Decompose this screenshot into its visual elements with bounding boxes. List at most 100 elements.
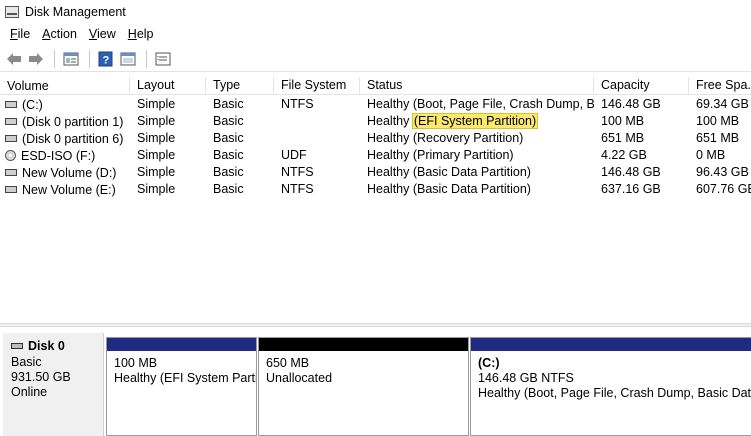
volume-status: Healthy (Primary Partition)	[367, 148, 514, 162]
volume-list-header: Volume Layout Type File System Status Ca…	[0, 77, 751, 95]
volume-capacity: 100 MB	[601, 114, 645, 128]
volume-name: (C:)	[22, 97, 43, 112]
partition-unallocated[interactable]: 650 MB Unallocated	[258, 337, 469, 436]
disk-size: 931.50 GB	[11, 370, 71, 384]
volume-free-space: 607.76 GB	[696, 182, 751, 196]
toolbar-separator	[146, 49, 147, 68]
volume-type: Basic	[213, 148, 244, 162]
help-icon: ?	[98, 51, 113, 66]
volume-file-system: NTFS	[281, 165, 314, 179]
drive-icon	[5, 169, 17, 176]
volume-free-space: 100 MB	[696, 114, 740, 128]
back-arrow-icon	[7, 52, 21, 65]
volume-row-new-volume-e[interactable]: New Volume (E:) Simple Basic NTFS Health…	[0, 181, 751, 198]
column-header-volume[interactable]: Volume	[0, 77, 130, 95]
volume-layout: Simple	[137, 148, 176, 162]
volume-layout: Simple	[137, 182, 176, 196]
highlighted-status-text: (EFI System Partition)	[411, 113, 539, 129]
menu-bar: File Action View Help	[0, 24, 751, 44]
partition-c[interactable]: (C:) 146.48 GB NTFS Healthy (Boot, Page …	[470, 337, 751, 436]
disk-state: Online	[11, 385, 48, 399]
properties-button[interactable]	[61, 49, 81, 69]
volume-file-system: NTFS	[281, 97, 314, 111]
disk-0-label[interactable]: Disk 0 Basic 931.50 GB Online	[3, 333, 104, 436]
column-header-status[interactable]: Status	[360, 77, 594, 95]
partition-status: Unallocated	[266, 371, 333, 385]
volume-name-cell: ESD-ISO (F:)	[0, 147, 130, 164]
volume-name-cell: New Volume (E:)	[0, 181, 130, 198]
volume-status: Healthy (Basic Data Partition)	[367, 165, 531, 179]
disk-name-row: Disk 0	[11, 339, 103, 353]
disk-type: Basic	[11, 355, 42, 369]
volume-row-disk0-partition6[interactable]: (Disk 0 partition 6) Simple Basic Health…	[0, 130, 751, 147]
refresh-view-button[interactable]	[118, 49, 138, 69]
disk-map: Disk 0 Basic 931.50 GB Online 100 MB Hea…	[0, 327, 751, 436]
column-header-file-system[interactable]: File System	[274, 77, 360, 95]
volume-free-space: 96.43 GB	[696, 165, 749, 179]
volume-name: (Disk 0 partition 6)	[22, 131, 124, 146]
volume-name-cell: (Disk 0 partition 1)	[0, 113, 130, 130]
menu-action[interactable]: Action	[36, 27, 83, 41]
menu-action-label: Action	[42, 27, 77, 41]
toolbar-separator	[54, 49, 55, 68]
partition-color-bar	[471, 338, 751, 351]
volume-name: New Volume (D:)	[22, 165, 117, 180]
volume-status: Healthy (EFI System Partition)	[360, 113, 594, 130]
drive-icon	[5, 135, 17, 142]
status-text: Healthy	[367, 114, 413, 128]
volume-type: Basic	[213, 97, 244, 111]
volume-free-space: 0 MB	[696, 148, 726, 162]
volume-name-cell: New Volume (D:)	[0, 164, 130, 181]
volume-file-system: NTFS	[281, 182, 314, 196]
drive-icon	[5, 118, 17, 125]
volume-capacity: 146.48 GB	[601, 165, 661, 179]
volume-status: Healthy (Recovery Partition)	[367, 131, 524, 145]
column-header-capacity[interactable]: Capacity	[594, 77, 689, 95]
column-header-layout[interactable]: Layout	[130, 77, 206, 95]
partition-size: 650 MB	[266, 356, 310, 370]
title-bar: Disk Management	[0, 0, 751, 24]
partition-color-bar	[107, 338, 256, 351]
menu-view[interactable]: View	[83, 27, 122, 41]
menu-help[interactable]: Help	[122, 27, 160, 41]
volume-layout: Simple	[137, 97, 176, 111]
back-button[interactable]	[4, 49, 24, 69]
volume-status: Healthy (Basic Data Partition)	[367, 182, 531, 196]
column-header-free-space[interactable]: Free Spa...	[689, 77, 751, 95]
volume-free-space: 651 MB	[696, 131, 740, 145]
volume-type: Basic	[213, 131, 244, 145]
partition-info: (C:) 146.48 GB NTFS Healthy (Boot, Page …	[471, 351, 751, 401]
forward-button[interactable]	[26, 49, 46, 69]
partition-size: 146.48 GB NTFS	[478, 371, 574, 385]
drive-icon	[5, 101, 17, 108]
volume-row-new-volume-d[interactable]: New Volume (D:) Simple Basic NTFS Health…	[0, 164, 751, 181]
volume-capacity: 146.48 GB	[601, 97, 661, 111]
refresh-view-icon	[120, 52, 136, 65]
column-header-type[interactable]: Type	[206, 77, 274, 95]
disk-name: Disk 0	[28, 339, 65, 353]
volume-file-system	[274, 113, 360, 130]
menu-file-label: File	[10, 27, 31, 41]
partition-title: (C:)	[478, 356, 500, 370]
volume-row-esd-iso[interactable]: ESD-ISO (F:) Simple Basic UDF Healthy (P…	[0, 147, 751, 164]
toolbar-separator	[89, 49, 90, 68]
volume-row-c[interactable]: (C:) Simple Basic NTFS Healthy (Boot, Pa…	[0, 96, 751, 113]
help-button[interactable]: ?	[96, 49, 116, 69]
menu-view-label: View	[88, 27, 116, 41]
volume-status: Healthy (Boot, Page File, Crash Dump, B.…	[367, 97, 594, 111]
volume-free-space: 69.34 GB	[696, 97, 749, 111]
svg-text:?: ?	[103, 54, 110, 66]
partition-efi[interactable]: 100 MB Healthy (EFI System Partit	[106, 337, 257, 436]
partition-color-bar	[259, 338, 468, 351]
volume-name: ESD-ISO (F:)	[21, 148, 96, 163]
partition-size: 100 MB	[114, 356, 158, 370]
volume-capacity: 637.16 GB	[601, 182, 661, 196]
menu-help-label: Help	[127, 27, 154, 41]
volume-row-disk0-partition1[interactable]: (Disk 0 partition 1) Simple Basic Health…	[0, 113, 751, 130]
partition-status: Healthy (EFI System Partit	[114, 371, 256, 385]
volume-list: (C:) Simple Basic NTFS Healthy (Boot, Pa…	[0, 96, 751, 198]
disk-icon	[11, 343, 23, 349]
console-list-button[interactable]	[153, 49, 173, 69]
menu-file[interactable]: File	[4, 27, 36, 41]
properties-icon	[63, 52, 79, 65]
